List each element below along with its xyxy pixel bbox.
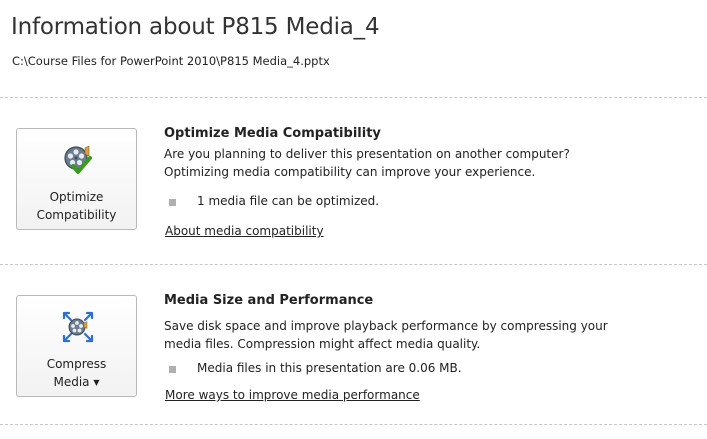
compress-button-label-line1: Compress xyxy=(46,357,107,371)
file-path: C:\Course Files for PowerPoint 2010\P815… xyxy=(12,54,330,68)
about-media-compatibility-link[interactable]: About media compatibility xyxy=(165,224,324,238)
compress-description-line1: Save disk space and improve playback per… xyxy=(164,319,608,333)
optimize-bullet-text: 1 media file can be optimized. xyxy=(197,194,380,208)
dropdown-caret-icon: ▼ xyxy=(93,378,100,387)
optimize-title: Optimize Media Compatibility xyxy=(164,126,381,141)
bullet-square-icon xyxy=(169,199,176,206)
compress-button-label-line2: Media xyxy=(53,375,90,389)
media-performance-link[interactable]: More ways to improve media performance xyxy=(165,388,420,402)
compress-description-line2: media files. Compression might affect me… xyxy=(164,337,481,351)
divider-top xyxy=(0,97,707,98)
film-reel-compress-icon xyxy=(62,311,94,343)
bullet-square-icon xyxy=(169,366,176,373)
compress-title: Media Size and Performance xyxy=(164,293,374,308)
compress-media-button[interactable]: Compress Media ▼ xyxy=(16,295,137,397)
compress-button-label-line2-wrap: Media ▼ xyxy=(17,374,136,391)
optimize-button-label-line2: Compatibility xyxy=(36,208,117,222)
page-title: Information about P815 Media_4 xyxy=(11,14,380,40)
optimize-description-line1: Are you planning to deliver this present… xyxy=(164,147,570,161)
optimize-compatibility-button[interactable]: Optimize Compatibility xyxy=(16,128,137,230)
optimize-button-label-line1: Optimize xyxy=(49,190,104,204)
divider-bottom xyxy=(0,424,707,425)
compress-bullet-text: Media files in this presentation are 0.0… xyxy=(197,361,462,375)
divider-middle xyxy=(0,264,707,265)
optimize-description-line2: Optimizing media compatibility can impro… xyxy=(164,165,536,179)
film-reel-checkmark-icon xyxy=(64,145,92,174)
